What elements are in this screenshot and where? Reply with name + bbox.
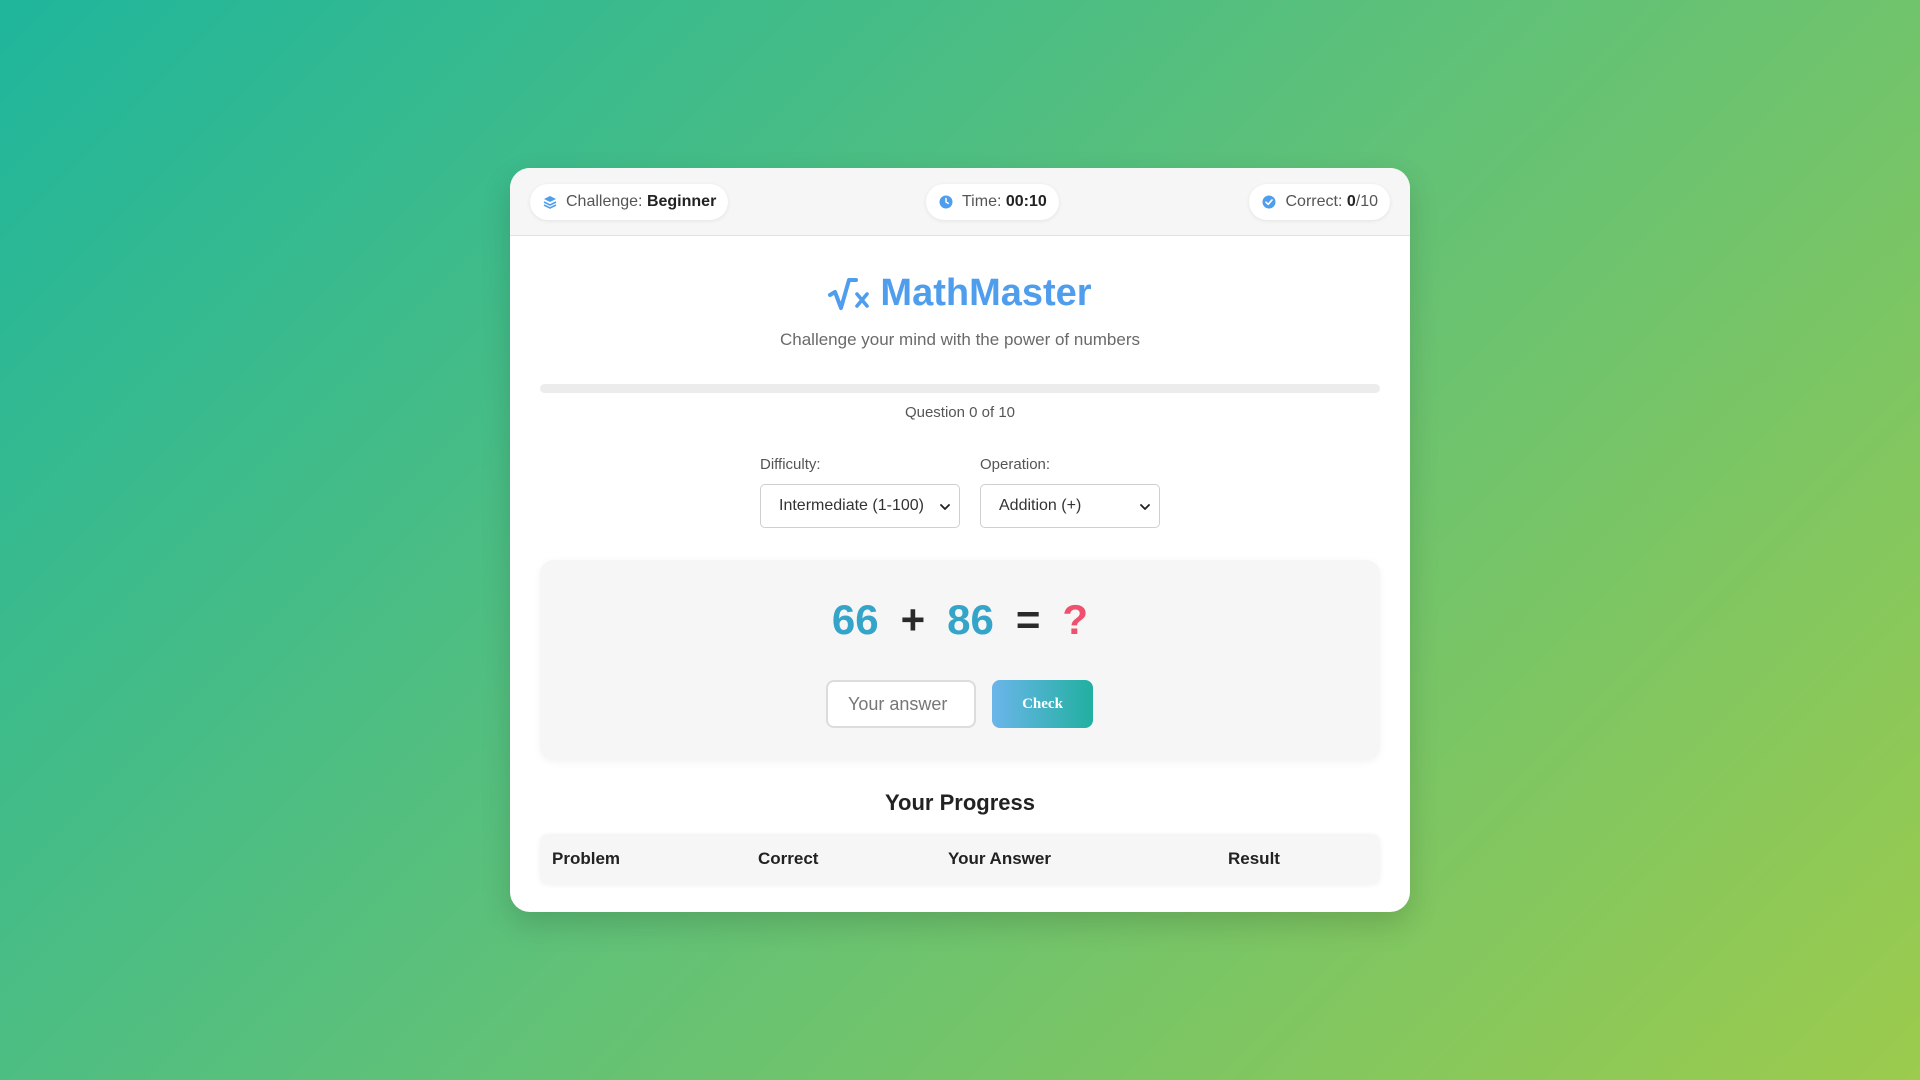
operand-1: 66 <box>831 596 879 643</box>
operation-label: Operation: <box>980 456 1051 473</box>
progress-bar <box>540 384 1380 393</box>
column-header-correct: Correct <box>758 849 819 868</box>
column-header-your-answer: Your Answer <box>948 849 1051 868</box>
results-title: Your Progress <box>885 790 1035 815</box>
unknown-mark: ? <box>1062 596 1089 643</box>
correct-total: /10 <box>1355 193 1378 210</box>
app-subtitle: Challenge your mind with the power of nu… <box>779 330 1141 349</box>
problem-panel: 66 + 86 = ? Check <box>540 560 1380 760</box>
check-circle-icon <box>1262 195 1276 209</box>
answer-input[interactable] <box>826 680 976 728</box>
correct-label: Correct: <box>1285 193 1343 210</box>
stats-bar: Challenge: Beginner Time: 00:10 Correct:… <box>510 168 1410 236</box>
question-counter: Question 0 of 10 <box>904 404 1016 421</box>
quiz-card: Challenge: Beginner Time: 00:10 Correct:… <box>510 168 1410 912</box>
column-header-result: Result <box>1228 849 1280 868</box>
correct-value: 0 <box>1346 193 1356 210</box>
app-title: MathMaster <box>880 272 1092 314</box>
challenge-label: Challenge: <box>566 193 643 210</box>
difficulty-label: Difficulty: <box>760 456 821 473</box>
clock-icon <box>939 195 953 209</box>
results-table-header: Problem Correct Your Answer Result <box>540 834 1380 884</box>
chevron-down-icon <box>939 500 951 512</box>
challenge-pill: Challenge: Beginner <box>530 184 729 220</box>
challenge-value: Beginner <box>646 193 717 210</box>
correct-pill: Correct: 0/10 <box>1249 184 1390 220</box>
chevron-down-icon <box>1139 500 1151 512</box>
difficulty-value: Intermediate (1-100) <box>779 497 924 514</box>
time-pill: Time: 00:10 <box>926 184 1059 220</box>
check-button[interactable]: Check <box>992 680 1093 728</box>
operation-select[interactable]: Addition (+) <box>980 484 1160 528</box>
operation-value: Addition (+) <box>999 497 1082 514</box>
layers-icon <box>543 195 557 209</box>
column-header-problem: Problem <box>552 849 621 868</box>
difficulty-select[interactable]: Intermediate (1-100) <box>760 484 960 528</box>
operand-2: 86 <box>947 596 994 643</box>
equals-sign: = <box>1015 596 1041 643</box>
equation: 66 + 86 = ? <box>540 596 1380 644</box>
time-value: 00:10 <box>1005 193 1047 210</box>
square-root-x-icon <box>828 276 872 312</box>
operator: + <box>900 596 926 643</box>
time-label: Time: <box>962 193 1002 210</box>
app-logo: MathMaster <box>510 272 1410 315</box>
